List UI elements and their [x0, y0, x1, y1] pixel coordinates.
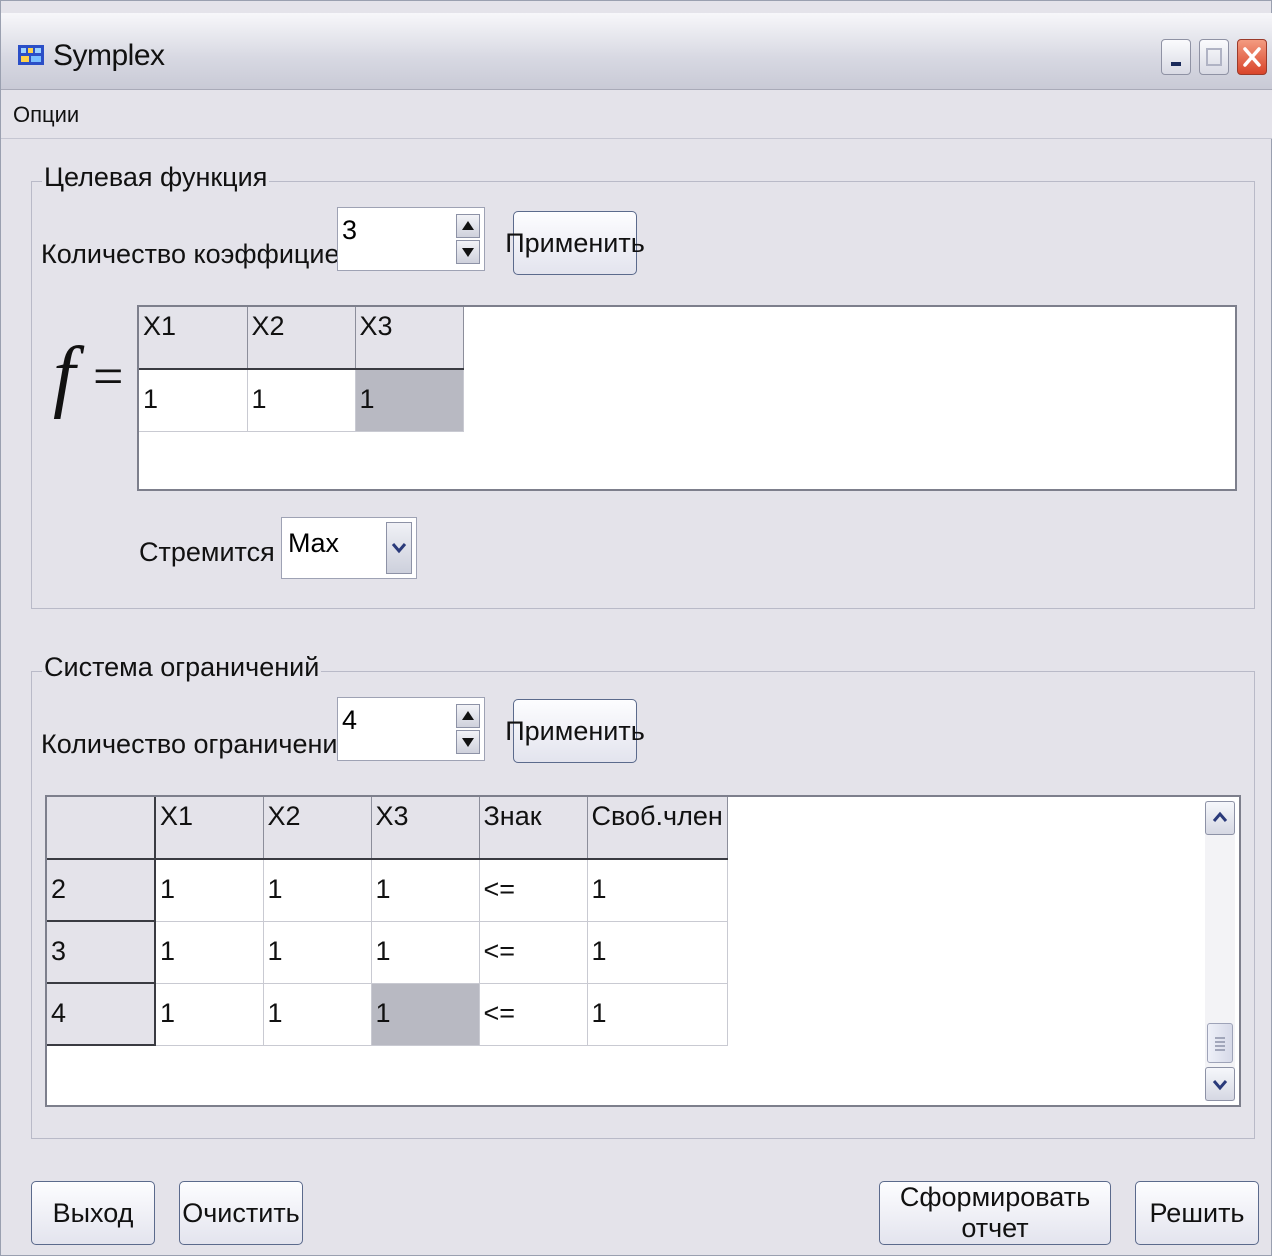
coefficient-count-spinner[interactable]	[337, 207, 485, 271]
goal-select-value: Max	[288, 528, 340, 558]
close-button[interactable]	[1237, 39, 1267, 75]
constraint-sign-cell[interactable]: <=	[479, 859, 588, 922]
constraint-count-label: Количество ограничений:	[41, 729, 361, 759]
scroll-down-button[interactable]	[1205, 1067, 1235, 1101]
objective-grid[interactable]: X1 X2 X3 1 1 1	[137, 305, 1237, 491]
objective-table: X1 X2 X3 1 1 1	[139, 307, 464, 432]
objective-cell-x2[interactable]: 1	[247, 369, 356, 432]
chevron-up-icon	[1212, 811, 1228, 822]
spin-down-icon[interactable]	[456, 730, 480, 754]
objective-cell-x1[interactable]: 1	[139, 369, 248, 432]
constraint-count-spinner[interactable]	[337, 697, 485, 761]
constraint-row-header[interactable]: 4	[47, 983, 156, 1046]
constraint-free-term-cell[interactable]: 1	[587, 859, 728, 922]
constraint-sign-cell[interactable]: <=	[479, 983, 588, 1046]
symplex-window: Symplex Опции Целевая функция Количество…	[0, 0, 1272, 1256]
constraint-cell[interactable]: 1	[155, 921, 264, 984]
constraints-header-x1[interactable]: X1	[155, 797, 264, 860]
spin-up-icon[interactable]	[456, 704, 480, 728]
menu-options[interactable]: Опции	[13, 102, 79, 128]
app-icon	[18, 45, 44, 65]
grip-icon	[1215, 1037, 1225, 1051]
function-symbol: f	[53, 332, 76, 420]
spin-up-icon[interactable]	[456, 214, 480, 238]
maximize-icon	[1206, 48, 1222, 66]
chevron-down-icon	[391, 543, 407, 554]
constraints-header-sign[interactable]: Знак	[479, 797, 588, 860]
apply-coefficients-button[interactable]: Применить	[505, 211, 645, 275]
constraint-free-term-cell[interactable]: 1	[587, 983, 728, 1046]
window-title: Symplex	[53, 39, 165, 72]
constraint-cell[interactable]: 1	[263, 921, 372, 984]
spinner-arrows	[456, 704, 480, 754]
constraints-header-x3[interactable]: X3	[371, 797, 480, 860]
vertical-scrollbar[interactable]	[1205, 801, 1235, 1101]
spinner-arrows	[456, 214, 480, 264]
clear-button[interactable]: Очистить	[179, 1181, 303, 1245]
constraint-cell[interactable]: 1	[155, 983, 264, 1046]
constraint-cell[interactable]: 1	[155, 859, 264, 922]
coefficient-count-input[interactable]	[342, 212, 452, 248]
constraints-table: X1 X2 X3 Знак Своб.член 2 1 1 1 <= 1 3 1…	[47, 797, 728, 1046]
constraint-cell[interactable]: 1	[371, 921, 480, 984]
objective-header-x1[interactable]: X1	[139, 307, 248, 370]
maximize-button[interactable]	[1199, 39, 1229, 75]
constraint-sign-cell[interactable]: <=	[479, 921, 588, 984]
spin-down-icon[interactable]	[456, 240, 480, 264]
objective-header-x3[interactable]: X3	[355, 307, 464, 370]
constraint-cell-selected[interactable]: 1	[371, 983, 480, 1046]
constraints-grid[interactable]: X1 X2 X3 Знак Своб.член 2 1 1 1 <= 1 3 1…	[45, 795, 1241, 1107]
goal-select[interactable]: Max	[281, 517, 417, 579]
objective-header-x2[interactable]: X2	[247, 307, 356, 370]
scroll-thumb[interactable]	[1207, 1023, 1233, 1063]
chevron-down-icon	[1212, 1080, 1228, 1091]
constraint-cell[interactable]: 1	[263, 859, 372, 922]
constraint-cell[interactable]: 1	[371, 859, 480, 922]
scroll-up-button[interactable]	[1205, 801, 1235, 835]
apply-constraints-button[interactable]: Применить	[505, 699, 645, 763]
function-equals: =	[93, 346, 124, 406]
constraint-cell[interactable]: 1	[263, 983, 372, 1046]
solve-button[interactable]: Решить	[1135, 1181, 1259, 1245]
minimize-icon	[1171, 62, 1181, 66]
goal-label: Стремится к:	[139, 537, 302, 567]
objective-cell-x3[interactable]: 1	[355, 369, 464, 432]
title-bar[interactable]: Symplex	[1, 13, 1272, 90]
constraints-legend: Система ограничений	[42, 652, 322, 683]
constraint-row-header[interactable]: 2	[47, 859, 156, 922]
menu-bar: Опции	[1, 90, 1272, 139]
constraint-count-input[interactable]	[342, 702, 452, 738]
minimize-button[interactable]	[1161, 39, 1191, 75]
constraints-corner-header	[47, 797, 156, 860]
dropdown-button[interactable]	[386, 522, 412, 574]
objective-function-legend: Целевая функция	[42, 162, 270, 193]
constraint-free-term-cell[interactable]: 1	[587, 921, 728, 984]
constraints-header-free-term[interactable]: Своб.член	[587, 797, 728, 860]
constraint-row-header[interactable]: 3	[47, 921, 156, 984]
exit-button[interactable]: Выход	[31, 1181, 155, 1245]
constraints-header-x2[interactable]: X2	[263, 797, 372, 860]
generate-report-button[interactable]: Сформировать отчет	[879, 1181, 1111, 1245]
close-icon	[1243, 47, 1261, 67]
